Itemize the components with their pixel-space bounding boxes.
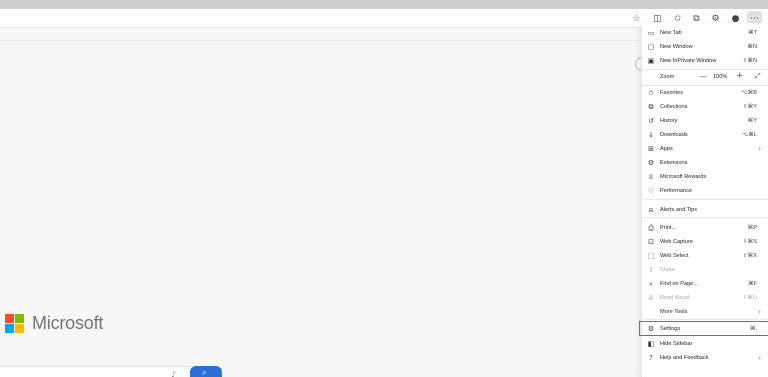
microphone-icon[interactable]: ♪ bbox=[171, 370, 176, 377]
menu-item-alerts-and-tips[interactable]: ⍾ Alerts and Tips bbox=[642, 203, 768, 217]
print-icon: ⎙ bbox=[648, 224, 654, 232]
content-divider bbox=[0, 40, 640, 41]
read-aloud-icon: A bbox=[648, 294, 654, 302]
menu-item-share: ⇪ Share bbox=[648, 266, 675, 274]
apps-icon: ⊞ bbox=[648, 145, 654, 153]
menu-item-read-aloud: A Read Aloud ⇧⌘U bbox=[648, 294, 757, 302]
find-icon: ⌕ bbox=[649, 280, 653, 288]
menu-item-zoom: Zoom — 100% + ⤢ bbox=[642, 70, 768, 84]
zoom-out-button[interactable]: — bbox=[699, 72, 707, 81]
download-icon: ↓ bbox=[648, 131, 654, 139]
menu-item-web-capture[interactable]: ⊡ Web Capture ⇧⌘S bbox=[642, 235, 768, 249]
zoom-value: 100% bbox=[713, 74, 728, 80]
menu-item-apps[interactable]: ⊞ Apps › bbox=[642, 142, 768, 156]
menu-item-downloads[interactable]: ↓ Downloads ⌥⌘L bbox=[642, 128, 768, 142]
search-button[interactable]: ⌕ bbox=[190, 366, 222, 377]
settings-highlight bbox=[639, 321, 768, 336]
new-window-icon: ▢ bbox=[647, 43, 655, 51]
history-icon: ↺ bbox=[648, 117, 654, 125]
share-icon: ⇪ bbox=[648, 266, 654, 274]
brand-name: Microsoft bbox=[32, 313, 104, 333]
menu-item-more-tools[interactable]: More Tools › bbox=[642, 305, 768, 319]
performance-icon: ♡ bbox=[647, 187, 655, 195]
fullscreen-icon[interactable]: ⤢ bbox=[755, 72, 761, 81]
chevron-right-icon: › bbox=[758, 308, 761, 316]
menu-item-extensions[interactable]: ⚙ Extensions bbox=[642, 156, 768, 170]
menu-item-history[interactable]: ↺ History ⌘Y bbox=[642, 114, 768, 128]
menu-item-microsoft-rewards[interactable]: ♕ Microsoft Rewards bbox=[642, 170, 768, 184]
settings-menu: ▭ New Tab ⌘T ▢ New Window ⌘N ▣ New InPri… bbox=[639, 23, 768, 377]
rewards-icon: ♕ bbox=[647, 173, 655, 181]
collections-icon: ⧉ bbox=[648, 103, 654, 111]
bell-icon: ⍾ bbox=[648, 206, 654, 214]
microsoft-logo-icon bbox=[5, 314, 25, 334]
menu-item-print[interactable]: ⎙ Print... ⌘P bbox=[642, 221, 768, 235]
help-icon: ? bbox=[649, 354, 653, 362]
web-capture-icon: ⊡ bbox=[648, 238, 654, 246]
menu-item-find-on-page[interactable]: ⌕ Find on Page... ⌘F bbox=[642, 277, 768, 291]
extensions-icon: ⚙ bbox=[647, 159, 655, 167]
chevron-right-icon: › bbox=[758, 145, 761, 153]
menu-separator bbox=[642, 319, 768, 320]
menu-item-performance[interactable]: ♡ Performance bbox=[642, 184, 768, 198]
menu-separator bbox=[642, 217, 768, 218]
web-select-icon: ⬚ bbox=[647, 252, 655, 260]
sidebar-icon: ◧ bbox=[647, 340, 655, 348]
menu-item-new-inprivate-window[interactable]: ▣ New InPrivate Window ⇧⌘N bbox=[642, 54, 768, 68]
search-input[interactable] bbox=[0, 366, 190, 377]
menu-item-new-tab[interactable]: ▭ New Tab ⌘T bbox=[642, 26, 768, 40]
menu-item-new-window[interactable]: ▢ New Window ⌘N bbox=[642, 40, 768, 54]
menu-item-hide-sidebar[interactable]: ◧ Hide Sidebar bbox=[642, 337, 768, 351]
zoom-in-button[interactable]: + bbox=[736, 71, 744, 81]
new-tab-icon: ▭ bbox=[647, 29, 655, 37]
search-icon: ⌕ bbox=[202, 368, 207, 377]
window-top-strip bbox=[0, 0, 768, 9]
inprivate-icon: ▣ bbox=[647, 57, 655, 65]
menu-item-favorites[interactable]: ✩ Favorites ⌥⌘B bbox=[642, 86, 768, 100]
chevron-right-icon: › bbox=[758, 354, 761, 362]
menu-item-web-select[interactable]: ⬚ Web Select ⇧⌘X bbox=[642, 249, 768, 263]
menu-item-collections[interactable]: ⧉ Collections ⇧⌘Y bbox=[642, 100, 768, 114]
favorites-icon: ✩ bbox=[648, 89, 654, 97]
zoom-label: Zoom bbox=[660, 74, 675, 80]
menu-separator bbox=[642, 199, 768, 200]
menu-item-help-and-feedback[interactable]: ? Help and Feedback › bbox=[642, 351, 768, 365]
